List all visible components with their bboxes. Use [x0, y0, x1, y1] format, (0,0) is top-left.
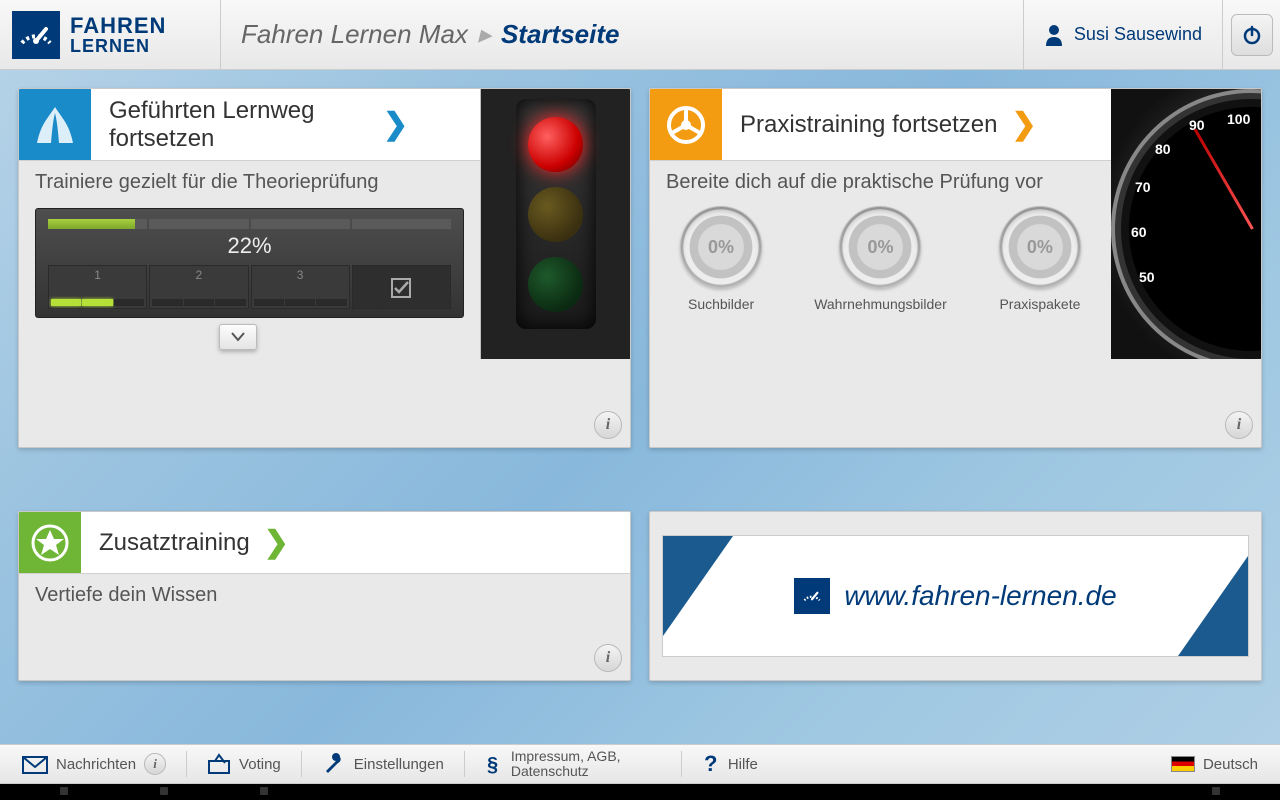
- svg-text:?: ?: [704, 752, 717, 776]
- mail-icon: [22, 754, 48, 774]
- expand-toggle[interactable]: [219, 324, 257, 350]
- zusatz-info-button[interactable]: i: [594, 644, 622, 672]
- svg-text:§: §: [487, 754, 498, 776]
- power-area: [1222, 0, 1280, 69]
- traffic-light-green: [528, 257, 583, 312]
- wrench-icon: [322, 753, 346, 775]
- chevron-down-icon: [231, 332, 245, 342]
- learning-subtitle: Trainiere gezielt für die Theorieprüfung: [19, 161, 480, 200]
- zusatz-card-header[interactable]: Zusatztraining ❯: [19, 512, 630, 574]
- breadcrumb: Fahren Lernen Max ▸ Startseite: [220, 0, 1023, 69]
- speedometer-image: 50 60 70 80 90 100: [1111, 89, 1261, 359]
- progress-panel[interactable]: 22% 1 2 3: [35, 208, 464, 318]
- banner-url: www.fahren-lernen.de: [844, 580, 1116, 612]
- chevron-right-icon: ❯: [383, 107, 408, 142]
- footer-hilfe[interactable]: ? Hilfe: [694, 752, 766, 776]
- gauge-wahrnehmung[interactable]: 0% Wahrnehmungsbilder: [814, 206, 947, 312]
- stage-1[interactable]: 1: [48, 265, 147, 309]
- steering-wheel-icon: [650, 89, 722, 160]
- breadcrumb-page: Startseite: [501, 19, 620, 50]
- app-logo[interactable]: FAHREN LERNEN: [0, 0, 220, 69]
- traffic-light-yellow: [528, 187, 583, 242]
- praxis-title: Praxistraining fortsetzen: [740, 111, 997, 139]
- praxis-subtitle: Bereite dich auf die praktische Prüfung …: [650, 161, 1111, 200]
- praxis-card: Praxistraining fortsetzen ❯ 50 60 70 80 …: [649, 88, 1262, 448]
- breadcrumb-app: Fahren Lernen Max: [241, 19, 468, 50]
- road-icon: [19, 89, 91, 160]
- banner-logo-icon: [794, 578, 830, 614]
- footer-impressum[interactable]: § Impressum, AGB, Datenschutz: [477, 749, 669, 780]
- user-icon: [1044, 24, 1064, 46]
- zusatz-title: Zusatztraining: [99, 529, 250, 557]
- learning-title: Geführten Lernweg fortsetzen: [109, 97, 369, 152]
- help-icon: ?: [702, 752, 720, 776]
- praxis-info-button[interactable]: i: [1225, 411, 1253, 439]
- gauge-suchbilder[interactable]: 0% Suchbilder: [680, 206, 762, 312]
- flag-de-icon: [1171, 756, 1195, 772]
- zusatz-title-area: Zusatztraining ❯: [81, 512, 630, 573]
- paragraph-icon: §: [485, 752, 503, 776]
- banner-card: www.fahren-lernen.de: [649, 511, 1262, 681]
- traffic-light-red: [528, 117, 583, 172]
- traffic-light-image: [480, 89, 630, 359]
- footer-voting[interactable]: Voting: [199, 753, 289, 775]
- power-button[interactable]: [1231, 14, 1273, 56]
- stage-4[interactable]: [352, 265, 451, 309]
- check-box-icon: [390, 277, 412, 299]
- gauge-label: Praxispakete: [999, 296, 1080, 312]
- progress-percent: 22%: [48, 233, 451, 259]
- speedometer-logo-icon: [12, 11, 60, 59]
- footer-einstellungen[interactable]: Einstellungen: [314, 753, 452, 775]
- voting-icon: [207, 753, 231, 775]
- chevron-right-icon: ❯: [1011, 107, 1036, 142]
- user-name: Susi Sausewind: [1074, 24, 1202, 45]
- footer-bar: Nachrichten i Voting Einstellungen § Imp…: [0, 744, 1280, 784]
- android-nav-bar: [0, 784, 1280, 800]
- user-menu[interactable]: Susi Sausewind: [1023, 0, 1222, 69]
- gauge-label: Wahrnehmungsbilder: [814, 296, 947, 312]
- logo-text: FAHREN LERNEN: [70, 15, 166, 55]
- gauge-value: 0%: [839, 206, 921, 288]
- header-bar: FAHREN LERNEN Fahren Lernen Max ▸ Starts…: [0, 0, 1280, 70]
- chevron-right-icon: ❯: [264, 525, 289, 560]
- stage-3[interactable]: 3: [251, 265, 350, 309]
- power-icon: [1241, 24, 1263, 46]
- stage-2[interactable]: 2: [149, 265, 248, 309]
- gauge-praxispakete[interactable]: 0% Praxispakete: [999, 206, 1081, 312]
- breadcrumb-sep-icon: ▸: [478, 19, 491, 50]
- learning-card: Geführten Lernweg fortsetzen ❯ Trainiere…: [18, 88, 631, 448]
- gauge-label: Suchbilder: [688, 296, 754, 312]
- footer-nachrichten[interactable]: Nachrichten i: [14, 753, 174, 775]
- website-banner[interactable]: www.fahren-lernen.de: [662, 535, 1249, 657]
- gauge-value: 0%: [680, 206, 762, 288]
- learning-info-button[interactable]: i: [594, 411, 622, 439]
- gauge-value: 0%: [999, 206, 1081, 288]
- footer-language[interactable]: Deutsch: [1163, 756, 1266, 773]
- zusatz-subtitle: Vertiefe dein Wissen: [19, 574, 630, 613]
- star-icon: [19, 512, 81, 573]
- nachrichten-info-icon[interactable]: i: [144, 753, 166, 775]
- zusatz-card: Zusatztraining ❯ Vertiefe dein Wissen i: [18, 511, 631, 681]
